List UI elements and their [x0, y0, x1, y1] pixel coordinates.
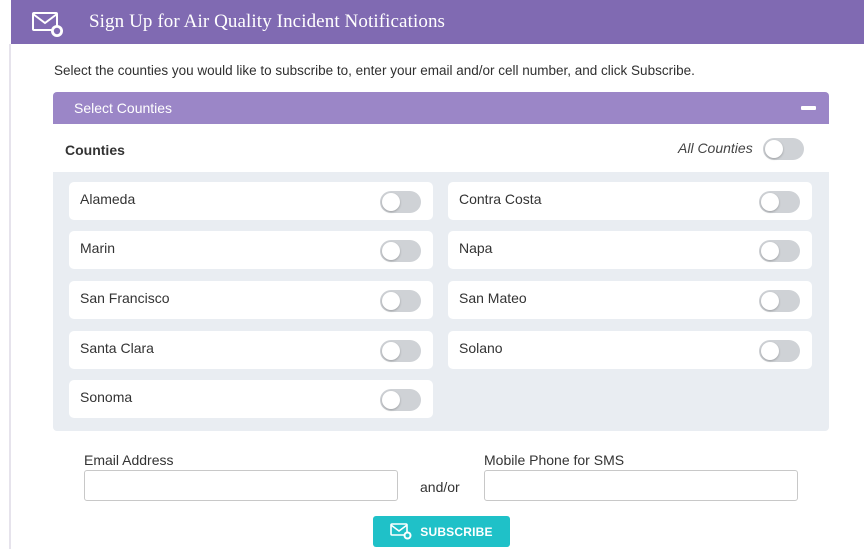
county-item-santa-clara[interactable]: Santa Clara [69, 331, 433, 369]
county-item-contra-costa[interactable]: Contra Costa [448, 182, 812, 220]
county-name: Napa [459, 240, 493, 256]
panel-header[interactable]: Select Counties [53, 92, 829, 124]
county-name: Sonoma [80, 389, 133, 405]
county-name: Santa Clara [80, 340, 154, 356]
county-name: Marin [80, 240, 116, 256]
counties-header-row: Counties All Counties [53, 124, 829, 172]
county-name: San Mateo [459, 290, 527, 306]
all-counties-label: All Counties [678, 140, 753, 156]
toggle-knob [382, 193, 400, 211]
envelope-icon [390, 523, 412, 540]
county-item-marin[interactable]: Marin [69, 231, 433, 269]
county-toggle-solano[interactable] [759, 340, 800, 362]
phone-label: Mobile Phone for SMS [484, 452, 625, 468]
county-toggle-alameda[interactable] [380, 191, 421, 213]
toggle-knob [382, 391, 400, 409]
instructions-text: Select the counties you would like to su… [54, 63, 695, 78]
toggle-knob [382, 342, 400, 360]
email-label: Email Address [84, 452, 174, 468]
county-item-sonoma[interactable]: Sonoma [69, 380, 433, 418]
county-name: Solano [459, 340, 503, 356]
county-item-napa[interactable]: Napa [448, 231, 812, 269]
page-frame-border [9, 44, 11, 549]
county-toggle-marin[interactable] [380, 240, 421, 262]
toggle-knob [765, 140, 783, 158]
county-toggle-contra-costa[interactable] [759, 191, 800, 213]
toggle-knob [382, 292, 400, 310]
county-toggle-santa-clara[interactable] [380, 340, 421, 362]
county-toggle-san-mateo[interactable] [759, 290, 800, 312]
county-name: Alameda [80, 191, 136, 207]
toggle-knob [761, 242, 779, 260]
county-toggle-napa[interactable] [759, 240, 800, 262]
toggle-knob [761, 292, 779, 310]
panel-title: Select Counties [74, 100, 173, 116]
all-counties-toggle[interactable] [763, 138, 804, 160]
subscribe-label: SUBSCRIBE [420, 524, 493, 539]
county-name: Contra Costa [459, 191, 542, 207]
collapse-button[interactable] [801, 106, 816, 110]
mobile-phone-field[interactable] [484, 470, 798, 501]
county-name: San Francisco [80, 290, 170, 306]
counties-label: Counties [65, 142, 125, 158]
envelope-icon [32, 12, 63, 37]
subscribe-button[interactable]: SUBSCRIBE [373, 516, 510, 547]
county-toggle-sonoma[interactable] [380, 389, 421, 411]
email-field[interactable] [84, 470, 398, 501]
page-title: Sign Up for Air Quality Incident Notific… [89, 11, 446, 32]
toggle-knob [761, 193, 779, 211]
county-item-solano[interactable]: Solano [448, 331, 812, 369]
county-toggle-san-francisco[interactable] [380, 290, 421, 312]
toggle-knob [761, 342, 779, 360]
toggle-knob [382, 242, 400, 260]
and-or-text: and/or [420, 479, 460, 495]
select-counties-panel: Select Counties Counties All Counties Al… [53, 92, 829, 431]
county-item-san-francisco[interactable]: San Francisco [69, 281, 433, 319]
county-item-san-mateo[interactable]: San Mateo [448, 281, 812, 319]
page-header: Sign Up for Air Quality Incident Notific… [11, 0, 864, 44]
county-item-alameda[interactable]: Alameda [69, 182, 433, 220]
